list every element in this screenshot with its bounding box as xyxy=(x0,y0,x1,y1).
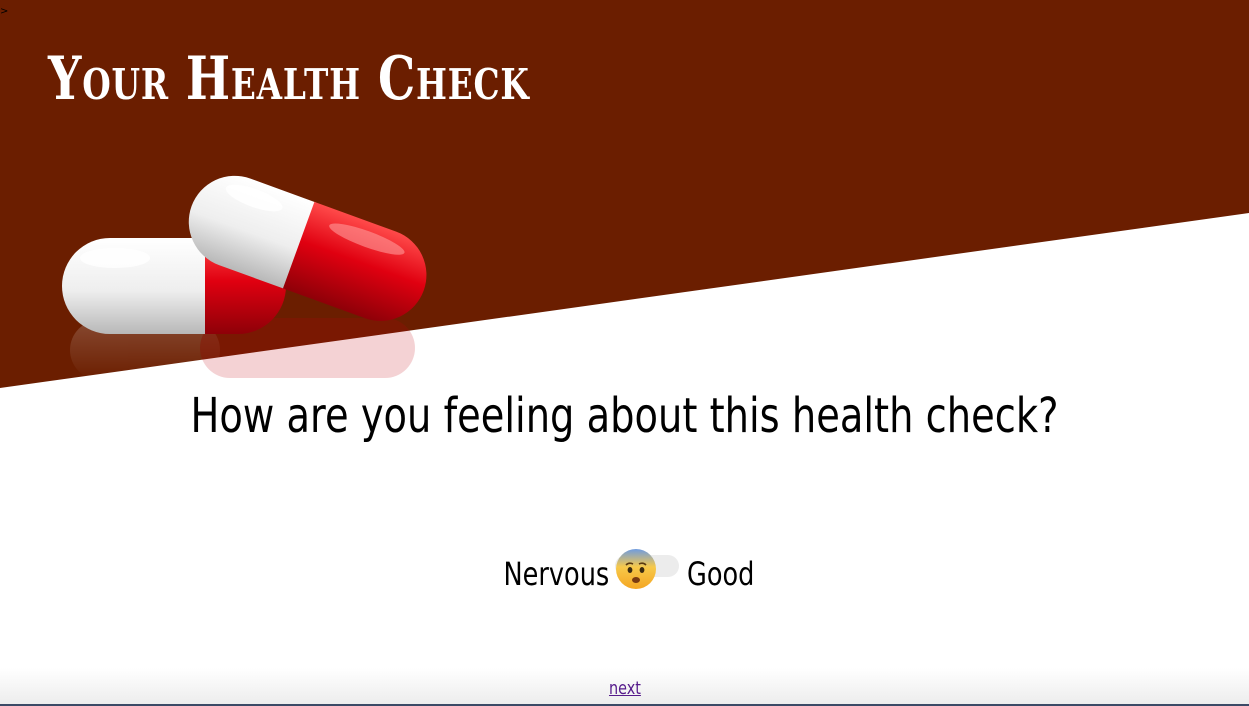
mood-slider-row: Nervous Good xyxy=(0,548,1249,600)
next-link-container: next xyxy=(0,678,1249,699)
next-link[interactable]: next xyxy=(609,678,641,699)
page-title: Your Health Check xyxy=(48,44,530,114)
fearful-face-icon[interactable] xyxy=(615,548,657,590)
slider-label-right: Good xyxy=(687,555,755,593)
slider-label-left: Nervous xyxy=(503,555,610,593)
corner-caret-icon: > xyxy=(0,6,9,17)
mood-slider[interactable] xyxy=(615,548,681,600)
question-text: How are you feeling about this health ch… xyxy=(190,388,1059,444)
